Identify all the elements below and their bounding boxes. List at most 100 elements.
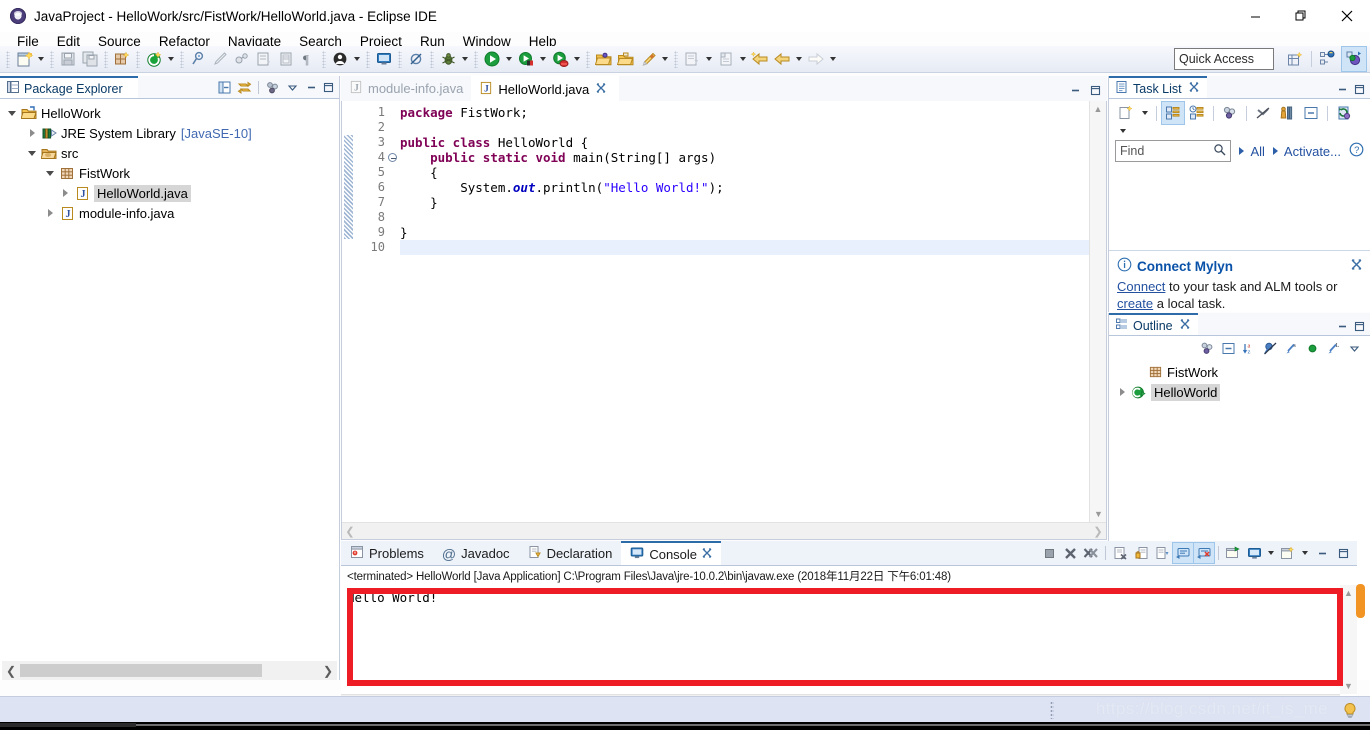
tab-package-explorer[interactable]: Package Explorer close-icon xyxy=(0,76,138,99)
toolbar-grip-8[interactable] xyxy=(398,50,402,68)
annotation-dropdown-icon[interactable] xyxy=(737,48,749,70)
scroll-lock-icon[interactable] xyxy=(1131,543,1151,563)
chevron-right-icon[interactable] xyxy=(1114,384,1130,400)
back-icon[interactable] xyxy=(771,48,793,70)
scroll-right-icon[interactable]: ❯ xyxy=(319,664,337,678)
skip-breakpoints-icon[interactable] xyxy=(405,48,427,70)
hide-fields-icon[interactable] xyxy=(1261,339,1280,358)
display-selected-console-icon[interactable] xyxy=(1244,543,1264,563)
build-refresh-icon[interactable] xyxy=(143,48,165,70)
show-console-on-output-icon[interactable] xyxy=(1172,542,1194,564)
scroll-down-icon[interactable]: ▼ xyxy=(1090,506,1107,522)
console-scroll-thumb[interactable] xyxy=(1356,584,1365,618)
pin-console-icon[interactable] xyxy=(1223,543,1243,563)
sort-icon[interactable]: a z xyxy=(1240,339,1259,358)
tree-item-src[interactable]: src xyxy=(0,143,339,163)
chevron-right-icon[interactable] xyxy=(1239,147,1245,155)
tab-problems[interactable]: Problems xyxy=(341,541,433,566)
focus-on-workweek-icon[interactable] xyxy=(1219,102,1241,124)
close-window-button[interactable] xyxy=(1324,0,1370,32)
coverage-icon[interactable] xyxy=(549,48,571,70)
minimize-window-button[interactable] xyxy=(1232,0,1278,32)
pencil-dropdown-icon[interactable] xyxy=(659,48,671,70)
toolbar-grip-6[interactable] xyxy=(322,50,326,68)
tab-helloworld-java[interactable]: J HelloWorld.java xyxy=(471,76,620,101)
chevron-down-icon[interactable] xyxy=(42,165,58,181)
java-perspective-icon[interactable] xyxy=(1316,47,1340,71)
tab-outline[interactable]: Outline xyxy=(1109,313,1198,336)
link-with-editor-icon[interactable] xyxy=(235,78,254,97)
categorized-presentation-icon[interactable] xyxy=(1161,101,1185,125)
clear-console-icon[interactable] xyxy=(1110,543,1130,563)
back-dropdown-icon[interactable] xyxy=(793,48,805,70)
minimize-icon[interactable] xyxy=(303,80,319,96)
view-menu-chevron-icon[interactable] xyxy=(283,78,302,97)
tab-task-list[interactable]: Task List xyxy=(1109,76,1207,99)
tree-item-jre-system-library[interactable]: JRE System Library [JavaSE-10] xyxy=(0,123,339,143)
previous-edit-icon[interactable] xyxy=(749,48,771,70)
console-vscrollbar[interactable]: ▲ ▼ xyxy=(1340,585,1357,694)
view-menu-icon[interactable] xyxy=(263,78,282,97)
code-fold-collapse-icon[interactable] xyxy=(388,150,400,165)
tree-item-module-info-java[interactable]: J module-info.java xyxy=(0,203,339,223)
scroll-right-icon[interactable]: ❯ xyxy=(1090,525,1106,538)
view-menu-icon[interactable] xyxy=(1345,339,1364,358)
close-icon[interactable] xyxy=(1189,82,1199,95)
toolbar-grip-4[interactable] xyxy=(136,50,140,68)
mylyn-connect-link[interactable]: Connect xyxy=(1117,279,1165,294)
tree-item-hellowork[interactable]: HelloWork xyxy=(0,103,339,123)
scroll-track[interactable] xyxy=(20,664,319,677)
debug-bug-icon[interactable] xyxy=(437,48,459,70)
new-wizard-dropdown-icon[interactable] xyxy=(35,48,47,70)
run-icon[interactable] xyxy=(481,48,503,70)
scroll-left-icon[interactable]: ❮ xyxy=(2,664,20,678)
open-perspective-icon[interactable] xyxy=(1283,47,1307,71)
tab-console[interactable]: Console xyxy=(621,541,722,566)
toolbar-grip-10[interactable] xyxy=(474,50,478,68)
close-icon[interactable] xyxy=(596,83,606,96)
pencil-edit-icon[interactable] xyxy=(637,48,659,70)
chevron-right-icon-2[interactable] xyxy=(1272,147,1278,155)
close-icon[interactable] xyxy=(1351,259,1362,273)
hide-nonpublic-icon[interactable] xyxy=(1303,339,1322,358)
tree-item-fistwork[interactable]: FistWork xyxy=(0,163,339,183)
minimize-icon[interactable] xyxy=(1334,81,1350,97)
terminal-icon[interactable] xyxy=(373,48,395,70)
minimize-icon[interactable] xyxy=(1067,82,1083,98)
tip-bulb-icon[interactable] xyxy=(1342,702,1358,719)
tree-item-helloworld-java[interactable]: J HelloWorld.java xyxy=(0,183,339,203)
build-dropdown-icon[interactable] xyxy=(165,48,177,70)
forward-dropdown-icon[interactable] xyxy=(827,48,839,70)
remove-all-terminated-icon[interactable] xyxy=(1081,543,1101,563)
scroll-thumb[interactable] xyxy=(20,664,262,677)
coverage-dropdown-icon[interactable] xyxy=(571,48,583,70)
focus-on-active-task-icon[interactable] xyxy=(1198,339,1217,358)
chevron-down-icon[interactable] xyxy=(24,145,40,161)
maximize-icon[interactable] xyxy=(320,80,336,96)
outline-item-helloworld[interactable]: HelloWorld xyxy=(1109,382,1370,402)
tab-module-info-java[interactable]: J module-info.java xyxy=(341,76,471,101)
scheduled-presentation-icon[interactable] xyxy=(1186,102,1208,124)
scroll-left-icon[interactable]: ❮ xyxy=(342,525,358,538)
minimize-icon[interactable] xyxy=(1312,543,1332,563)
open-console-dropdown-icon[interactable] xyxy=(1299,542,1311,564)
remove-launch-icon[interactable] xyxy=(1060,543,1080,563)
user-icon[interactable] xyxy=(329,48,351,70)
editor-hscrollbar[interactable]: ❮ ❯ xyxy=(342,522,1106,539)
toolbar-grip[interactable] xyxy=(6,50,10,68)
maximize-icon[interactable] xyxy=(1087,82,1103,98)
filter-all-link[interactable]: All xyxy=(1250,144,1264,159)
package-explorer-hscrollbar[interactable]: ❮ ❯ xyxy=(2,661,337,680)
toolbar-grip-9[interactable] xyxy=(430,50,434,68)
toolbar-grip-11[interactable] xyxy=(586,50,590,68)
open-console-icon[interactable] xyxy=(1278,543,1298,563)
editor-gutter[interactable] xyxy=(342,101,356,522)
user-dropdown-icon[interactable] xyxy=(351,48,363,70)
maximize-window-button[interactable] xyxy=(1278,0,1324,32)
maximize-icon[interactable] xyxy=(1333,543,1353,563)
new-wizard-icon[interactable] xyxy=(13,48,35,70)
hide-local-types-icon[interactable]: L xyxy=(1324,339,1343,358)
collapse-all-icon[interactable] xyxy=(215,78,234,97)
find-input[interactable]: Find xyxy=(1115,140,1232,162)
run-last-tool-icon[interactable] xyxy=(515,48,537,70)
